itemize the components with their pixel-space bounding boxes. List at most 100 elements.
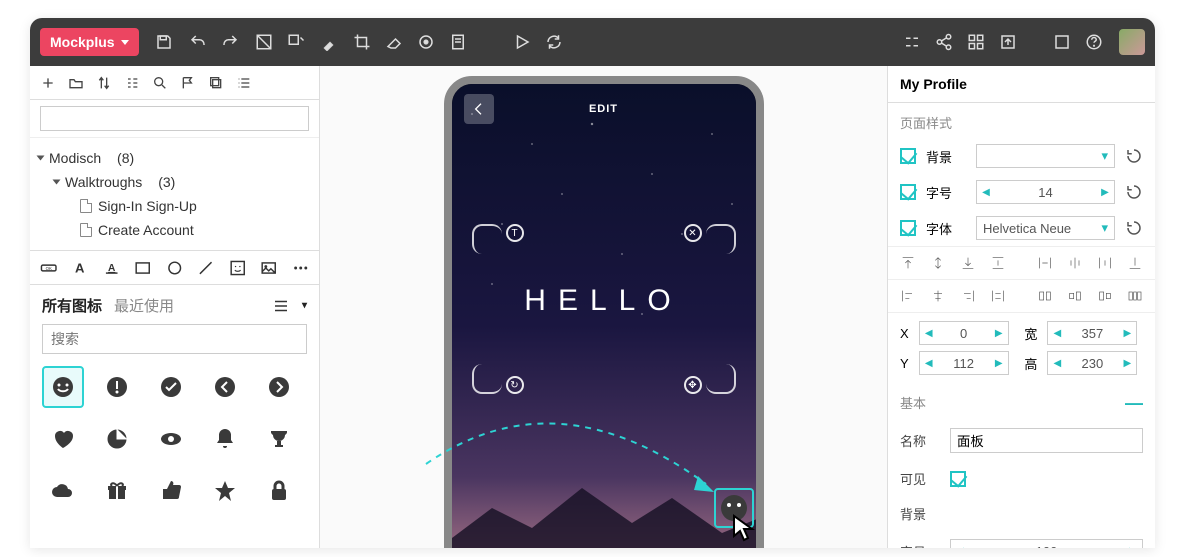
list-icon[interactable] [236, 75, 252, 91]
dist-center-icon[interactable] [1067, 288, 1083, 304]
tab-all-icons[interactable]: 所有图标 [42, 295, 102, 316]
fs2-stepper[interactable]: ◀100▶ [950, 539, 1143, 548]
ungroup-icon[interactable] [287, 33, 305, 51]
fontsize-stepper[interactable]: ◀14▶ [976, 180, 1115, 204]
hello-text[interactable]: HELLO [452, 284, 756, 318]
pie-icon[interactable] [96, 418, 138, 460]
h-stepper[interactable]: ◀230▶ [1047, 351, 1137, 375]
tree-folder[interactable]: Walktroughs (3) [36, 170, 313, 194]
circle-comp-icon[interactable] [166, 259, 183, 277]
chevron-right-icon[interactable] [258, 366, 300, 408]
x-stepper[interactable]: ◀0▶ [919, 321, 1009, 345]
gift-icon[interactable] [96, 470, 138, 512]
canvas[interactable]: EDIT HELLO T ✕ ↻ ✥ [320, 66, 887, 548]
sync-icon[interactable] [545, 33, 563, 51]
font-checkbox[interactable] [900, 220, 916, 236]
crop-handle-tr[interactable]: ✕ [706, 224, 736, 254]
save-icon[interactable] [155, 33, 173, 51]
chevron-left-icon[interactable] [204, 366, 246, 408]
eraser-icon[interactable] [385, 33, 403, 51]
grid-icon[interactable] [967, 33, 985, 51]
align-text-icon[interactable] [1127, 255, 1143, 271]
input-comp-icon[interactable]: A [103, 259, 120, 277]
eye-icon[interactable] [150, 418, 192, 460]
trophy-icon[interactable] [258, 418, 300, 460]
app-menu-button[interactable]: Mockplus [40, 28, 139, 56]
folder-icon[interactable] [68, 75, 84, 91]
artboard[interactable]: EDIT HELLO T ✕ ↻ ✥ [452, 84, 756, 548]
chevron-down-icon[interactable]: ▾ [302, 300, 307, 311]
target-icon[interactable] [417, 33, 435, 51]
heart-icon[interactable] [42, 418, 84, 460]
lock-icon[interactable] [258, 470, 300, 512]
copy-icon[interactable] [208, 75, 224, 91]
tree-folder[interactable]: Modisch (8) [36, 146, 313, 170]
dist-right-icon[interactable] [1097, 288, 1113, 304]
align-left-icon[interactable] [900, 288, 916, 304]
reset-icon[interactable] [1125, 183, 1143, 201]
icon-comp-icon[interactable] [229, 259, 246, 277]
dist-v-icon[interactable] [1097, 255, 1113, 271]
more-comp-icon[interactable] [292, 259, 309, 277]
align-bottom-icon[interactable] [960, 255, 976, 271]
export-icon[interactable] [999, 33, 1017, 51]
crop-handle-tl[interactable]: T [472, 224, 502, 254]
undo-icon[interactable] [189, 33, 207, 51]
tree-page[interactable]: Create Account [36, 218, 313, 242]
align-vcenter-icon[interactable] [930, 255, 946, 271]
dist-space-icon[interactable] [1127, 288, 1143, 304]
name-input[interactable] [950, 428, 1143, 453]
star-icon[interactable] [204, 470, 246, 512]
add-page-icon[interactable] [40, 75, 56, 91]
smile-icon[interactable] [42, 366, 84, 408]
align-right-icon[interactable] [960, 288, 976, 304]
image-comp-icon[interactable] [260, 259, 277, 277]
alert-icon[interactable] [96, 366, 138, 408]
font-select[interactable]: Helvetica Neue▾ [976, 216, 1115, 240]
align-hcenter-icon[interactable] [930, 288, 946, 304]
flag-icon[interactable] [180, 75, 196, 91]
visible-checkbox[interactable] [950, 471, 966, 487]
rect-comp-icon[interactable] [134, 259, 151, 277]
view-mode-icon[interactable] [272, 297, 290, 315]
check-icon[interactable] [150, 366, 192, 408]
bell-icon[interactable] [204, 418, 246, 460]
back-button[interactable] [464, 94, 494, 124]
search-icon[interactable] [152, 75, 168, 91]
crop-handle-bl[interactable]: ↻ [472, 364, 502, 394]
bg-color-select[interactable]: ▾ [976, 144, 1115, 168]
device-icon[interactable] [1053, 33, 1071, 51]
tree-page[interactable]: Sign-In Sign-Up [36, 194, 313, 218]
note-icon[interactable] [449, 33, 467, 51]
bg-checkbox[interactable] [900, 148, 916, 164]
avatar[interactable] [1119, 29, 1145, 55]
dist-hc-icon[interactable] [1067, 255, 1083, 271]
dist-h-icon[interactable] [1037, 255, 1053, 271]
tab-recent-icons[interactable]: 最近使用 [114, 295, 174, 316]
share-icon[interactable] [935, 33, 953, 51]
icon-search-input[interactable] [42, 324, 307, 354]
thumbs-up-icon[interactable] [150, 470, 192, 512]
group-icon[interactable] [255, 33, 273, 51]
text-comp-icon[interactable]: A [71, 259, 88, 277]
sort-icon[interactable] [96, 75, 112, 91]
align-justify-icon[interactable] [990, 288, 1006, 304]
fontsize-checkbox[interactable] [900, 184, 916, 200]
tree-icon[interactable] [124, 75, 140, 91]
reset-icon[interactable] [1125, 147, 1143, 165]
paint-icon[interactable] [321, 33, 339, 51]
play-icon[interactable] [513, 33, 531, 51]
align-top-icon[interactable] [900, 255, 916, 271]
button-comp-icon[interactable]: OK [40, 259, 57, 277]
page-search-input[interactable] [40, 106, 309, 131]
w-stepper[interactable]: ◀357▶ [1047, 321, 1137, 345]
dist-left-icon[interactable] [1037, 288, 1053, 304]
flow-icon[interactable] [903, 33, 921, 51]
crop-icon[interactable] [353, 33, 371, 51]
crop-handle-br[interactable]: ✥ [706, 364, 736, 394]
reset-icon[interactable] [1125, 219, 1143, 237]
y-stepper[interactable]: ◀112▶ [919, 351, 1009, 375]
line-comp-icon[interactable] [197, 259, 214, 277]
collapse-icon[interactable]: — [1125, 393, 1143, 414]
align-stretch-icon[interactable] [990, 255, 1006, 271]
